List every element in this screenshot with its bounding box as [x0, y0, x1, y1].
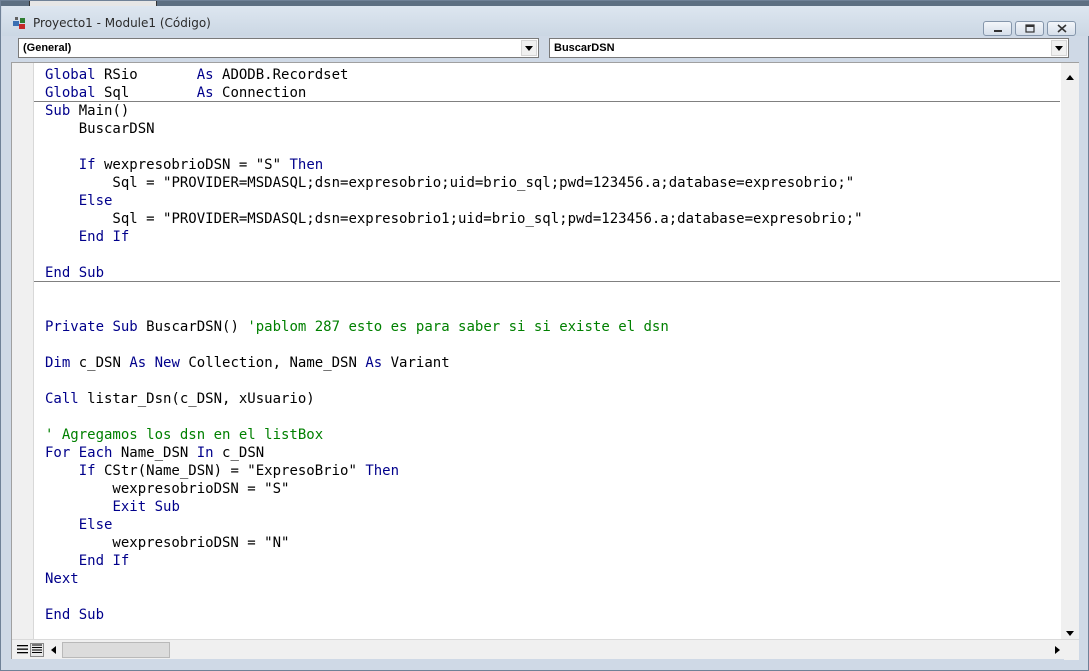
keyword: If [78, 157, 96, 173]
code-line[interactable]: Next [45, 570, 79, 588]
minimize-icon [993, 20, 1003, 38]
keyword: If [112, 553, 130, 569]
close-icon [1056, 20, 1067, 38]
keyword: As [365, 355, 383, 371]
keyword: In [196, 445, 214, 461]
code-line[interactable]: Private Sub BuscarDSN() 'pablom 287 esto… [45, 318, 669, 336]
maximize-icon [1024, 20, 1035, 38]
object-dropdown[interactable]: (General) [18, 38, 539, 58]
code-line[interactable]: Dim c_DSN As New Collection, Name_DSN As… [45, 354, 450, 372]
scroll-left-button[interactable] [46, 642, 60, 658]
keyword: Else [78, 517, 113, 533]
keyword: New [154, 355, 180, 371]
keyword: Global [45, 67, 96, 83]
keyword: Sub [154, 499, 180, 515]
margin-indicator-bar[interactable] [12, 63, 34, 639]
keyword: Then [365, 463, 400, 479]
minimize-button[interactable] [983, 21, 1012, 36]
code-line[interactable]: Exit Sub [45, 498, 180, 516]
keyword: If [78, 463, 96, 479]
keyword: End [78, 229, 105, 245]
keyword: For [45, 445, 71, 461]
horizontal-scroll-thumb[interactable] [62, 642, 170, 658]
code-line[interactable]: If wexpresobrioDSN = "S" Then [45, 156, 323, 174]
keyword: Sub [112, 319, 138, 335]
keyword: Private [45, 319, 105, 335]
keyword: Sub [45, 103, 71, 119]
code-line[interactable]: Call listar_Dsn(c_DSN, xUsuario) [45, 390, 315, 408]
arrow-right-icon [1054, 641, 1060, 659]
code-line[interactable]: End Sub [45, 606, 104, 624]
vertical-scrollbar[interactable] [1061, 63, 1079, 640]
keyword: Global [45, 85, 96, 101]
code-line[interactable]: Else [45, 516, 113, 534]
keyword: As [129, 355, 147, 371]
keyword: As [196, 67, 214, 83]
inline-comment: 'pablom 287 esto es para saber si si exi… [247, 319, 669, 335]
procedure-dropdown[interactable]: BuscarDSN [549, 38, 1069, 58]
arrow-left-icon [50, 641, 56, 659]
vba-project-icon [12, 16, 28, 30]
code-line[interactable]: Sql = "PROVIDER=MSDASQL;dsn=expresobrio1… [45, 210, 862, 228]
scroll-up-button[interactable] [1061, 67, 1079, 84]
code-window: Proyecto1 - Module1 (Código) (General) B… [0, 0, 1089, 671]
code-line[interactable]: End If [45, 228, 130, 246]
keyword: Next [45, 571, 79, 587]
procedure-dropdown-value: BuscarDSN [554, 42, 615, 54]
procedure-separator [34, 281, 1060, 282]
code-line[interactable]: Sub Main() [45, 102, 129, 120]
procedure-dropdown-button[interactable] [1051, 40, 1067, 56]
keyword: Call [45, 391, 79, 407]
keyword: Sub [78, 607, 105, 623]
code-line[interactable]: wexpresobrioDSN = "N" [45, 534, 289, 552]
full-module-view-icon [32, 641, 42, 659]
keyword: Else [78, 193, 113, 209]
procedure-view-button[interactable] [15, 643, 29, 657]
keyword: Dim [45, 355, 71, 371]
keyword: End [78, 553, 105, 569]
title-bar[interactable]: Proyecto1 - Module1 (Código) [2, 6, 1089, 36]
full-module-view-button[interactable] [30, 643, 44, 657]
scroll-right-button[interactable] [1050, 642, 1064, 658]
code-line[interactable]: End If [45, 552, 130, 570]
keyword: End [45, 607, 71, 623]
editor-bottom-bar [12, 639, 1079, 660]
keyword: Sub [78, 265, 105, 281]
code-line[interactable]: If CStr(Name_DSN) = "ExpresoBrio" Then [45, 462, 399, 480]
code-line[interactable]: Global Sql As Connection [45, 84, 306, 102]
keyword: Exit [112, 499, 147, 515]
close-button[interactable] [1047, 21, 1076, 36]
keyword: Each [78, 445, 113, 461]
keyword: As [196, 85, 214, 101]
scroll-down-button[interactable] [1061, 623, 1079, 640]
code-line[interactable]: BuscarDSN [45, 120, 155, 138]
arrow-down-icon [1066, 623, 1074, 641]
code-line[interactable]: Sql = "PROVIDER=MSDASQL;dsn=expresobrio;… [45, 174, 854, 192]
keyword: End [45, 265, 71, 281]
object-dropdown-value: (General) [23, 42, 72, 54]
code-line[interactable]: For Each Name_DSN In c_DSN [45, 444, 264, 462]
window-title: Proyecto1 - Module1 (Código) [33, 16, 211, 30]
keyword: If [112, 229, 130, 245]
code-line[interactable]: wexpresobrioDSN = "S" [45, 480, 289, 498]
code-line[interactable]: Global RSio As ADODB.Recordset [45, 66, 348, 84]
comment-line[interactable]: ' Agregamos los dsn en el listBox [45, 426, 323, 444]
code-line[interactable]: End Sub [45, 264, 104, 282]
code-line[interactable]: Else [45, 192, 113, 210]
arrow-up-icon [1066, 67, 1074, 85]
procedure-view-icon [16, 641, 28, 659]
code-editor[interactable]: Global RSio As ADODB.Recordset Global Sql… [11, 62, 1079, 660]
chevron-down-icon [1055, 42, 1063, 54]
object-dropdown-button[interactable] [521, 40, 537, 56]
code-area[interactable]: Global RSio As ADODB.Recordset Global Sql… [34, 63, 1060, 639]
keyword: Then [289, 157, 324, 173]
maximize-button[interactable] [1015, 21, 1044, 36]
scrollbar-corner [1064, 640, 1079, 660]
chevron-down-icon [525, 42, 533, 54]
